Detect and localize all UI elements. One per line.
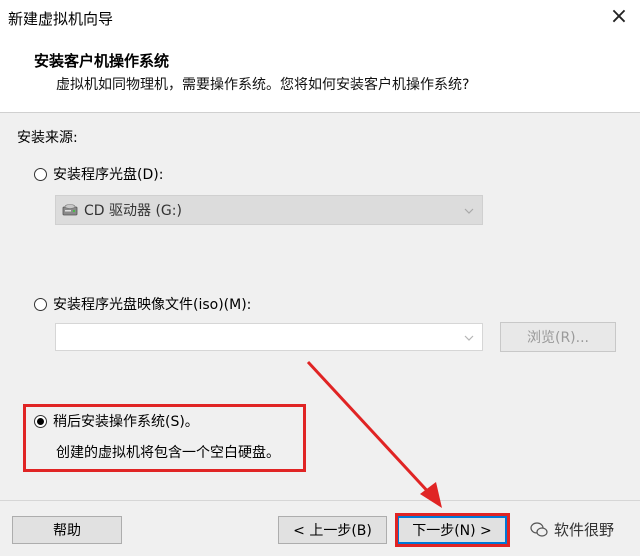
cd-drive-select: CD 驱动器 (G:)	[55, 195, 483, 225]
iso-path-combobox	[55, 323, 483, 351]
radio-label-install-iso: 安装程序光盘映像文件(iso)(M):	[53, 297, 252, 313]
new-vm-wizard-window: 新建虚拟机向导 × 安装客户机操作系统 虚拟机如同物理机，需要操作系统。您将如何…	[0, 0, 640, 556]
footer-divider	[0, 500, 640, 501]
watermark: 软件很野	[530, 519, 614, 540]
page-subtitle: 虚拟机如同物理机，需要操作系统。您将如何安装客户机操作系统?	[56, 77, 470, 93]
close-icon[interactable]: ×	[608, 6, 630, 28]
back-button[interactable]: < 上一步(B)	[278, 516, 387, 544]
radio-button[interactable]	[34, 167, 47, 181]
radio-label-install-cd: 安装程序光盘(D):	[53, 167, 164, 183]
cd-drive-icon	[62, 203, 78, 217]
window-title: 新建虚拟机向导	[8, 10, 114, 28]
radio-install-iso[interactable]: 安装程序光盘映像文件(iso)(M):	[34, 294, 251, 314]
radio-label-install-later: 稍后安装操作系统(S)。	[53, 414, 199, 430]
radio-button[interactable]	[34, 297, 47, 311]
chevron-down-icon	[464, 204, 474, 217]
page-title: 安装客户机操作系统	[34, 52, 170, 70]
chevron-down-icon	[464, 331, 474, 344]
cd-drive-select-value: CD 驱动器 (G:)	[84, 203, 182, 219]
wizard-header: 新建虚拟机向导 × 安装客户机操作系统 虚拟机如同物理机，需要操作系统。您将如何…	[0, 0, 640, 113]
help-button[interactable]: 帮助	[12, 516, 122, 544]
radio-install-cd[interactable]: 安装程序光盘(D):	[34, 164, 163, 184]
wechat-icon	[530, 521, 548, 538]
browse-button: 浏览(R)...	[500, 322, 616, 352]
install-later-description: 创建的虚拟机将包含一个空白硬盘。	[56, 445, 280, 461]
radio-install-later[interactable]: 稍后安装操作系统(S)。	[34, 411, 199, 431]
next-button[interactable]: 下一步(N) >	[397, 516, 507, 544]
watermark-text: 软件很野	[554, 521, 615, 539]
install-source-label: 安装来源:	[17, 130, 78, 146]
radio-button-selected[interactable]	[34, 414, 47, 428]
